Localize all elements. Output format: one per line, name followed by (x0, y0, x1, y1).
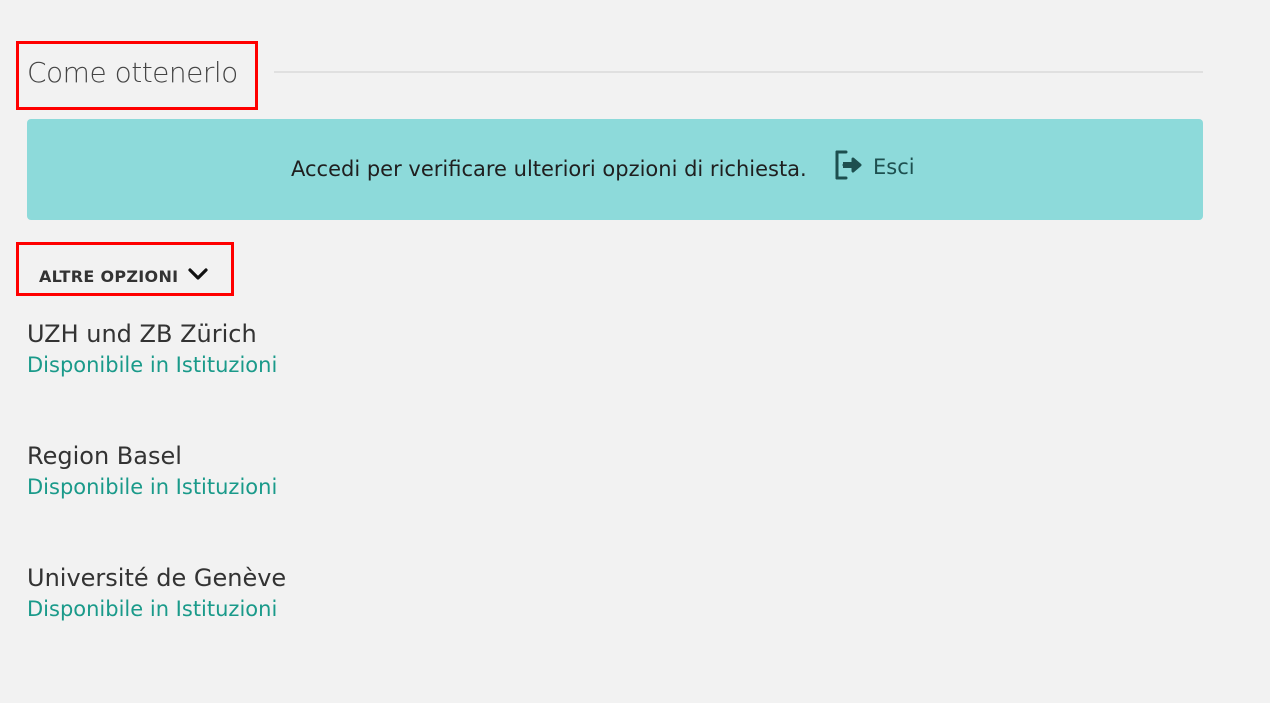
banner-message: Accedi per verificare ulteriori opzioni … (291, 157, 807, 181)
institution-name: Université de Genève (27, 564, 287, 592)
section-header: Come ottenerlo (16, 41, 1203, 110)
institution-list: UZH und ZB Zürich Disponibile in Istituz… (27, 318, 286, 684)
login-banner: Accedi per verificare ulteriori opzioni … (27, 119, 1203, 220)
other-options-label: ALTRE OPZIONI (39, 266, 179, 286)
availability-link[interactable]: Disponibile in Istituzioni (27, 472, 277, 502)
availability-link[interactable]: Disponibile in Istituzioni (27, 594, 277, 624)
logout-button[interactable]: Esci (831, 149, 915, 185)
header-divider (274, 71, 1203, 73)
institution-item: UZH und ZB Zürich Disponibile in Istituz… (27, 318, 286, 440)
institution-name: UZH und ZB Zürich (27, 320, 257, 348)
institution-item: Region Basel Disponibile in Istituzioni (27, 440, 286, 562)
section-title: Come ottenerlo (27, 56, 238, 89)
institution-name: Region Basel (27, 442, 182, 470)
title-highlight-box: Come ottenerlo (16, 41, 258, 110)
availability-link[interactable]: Disponibile in Istituzioni (27, 350, 277, 380)
chevron-down-icon (186, 262, 210, 290)
institution-item: Université de Genève Disponibile in Isti… (27, 562, 286, 684)
sign-out-icon (831, 147, 867, 187)
other-options-highlight-box: ALTRE OPZIONI (16, 242, 234, 296)
other-options-toggle[interactable]: ALTRE OPZIONI (39, 262, 210, 290)
logout-label: Esci (873, 155, 915, 179)
